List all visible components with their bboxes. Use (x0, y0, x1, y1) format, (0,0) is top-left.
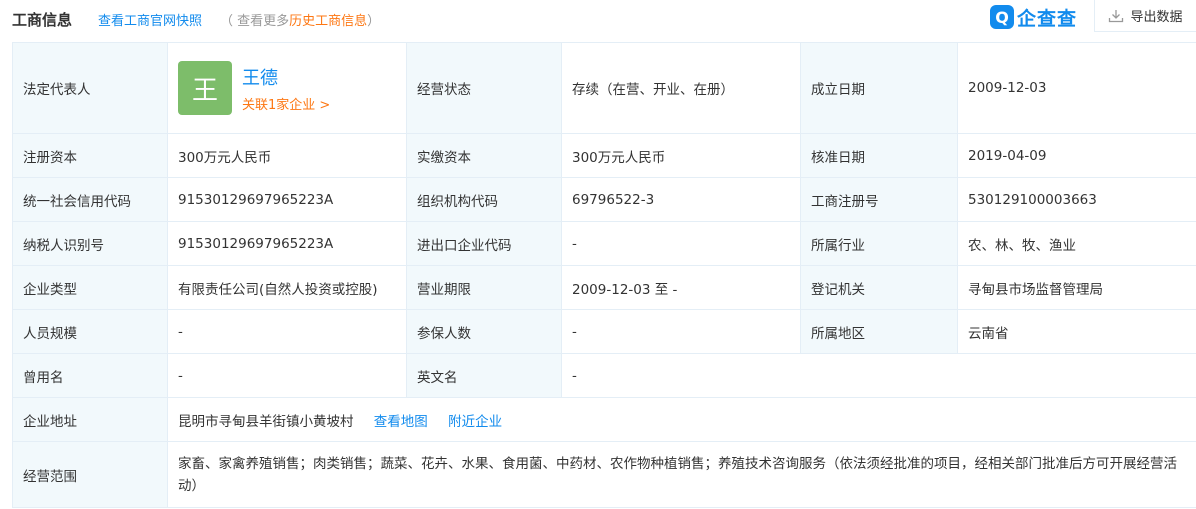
label-former-name: 曾用名 (12, 353, 168, 398)
value-status: 存续（在营、开业、在册） (561, 42, 801, 134)
address-cell: 昆明市寻甸县羊街镇小黄坡村 查看地图 附近企业 (167, 397, 1196, 442)
value-region: 云南省 (957, 309, 1196, 354)
official-snapshot-link[interactable]: 查看工商官网快照 (98, 10, 202, 29)
value-staff-size: - (167, 309, 407, 354)
value-reg-capital: 300万元人民币 (167, 133, 407, 178)
label-industry: 所属行业 (800, 221, 958, 266)
table-row: 注册资本 300万元人民币 实缴资本 300万元人民币 核准日期 2019-04… (12, 133, 1196, 178)
value-founded: 2009-12-03 (957, 42, 1196, 134)
nearby-companies-link[interactable]: 附近企业 (448, 414, 502, 430)
history-info-link[interactable]: 历史工商信息 (289, 14, 367, 29)
value-industry: 农、林、牧、渔业 (957, 221, 1196, 266)
label-staff-size: 人员规模 (12, 309, 168, 354)
label-english-name: 英文名 (406, 353, 562, 398)
value-scope: 家畜、家禽养殖销售；肉类销售；蔬菜、花卉、水果、食用菌、中药材、农作物种植销售；… (167, 441, 1196, 508)
label-legal-rep: 法定代表人 (12, 42, 168, 134)
table-row: 曾用名 - 英文名 - (12, 353, 1196, 398)
label-approval-date: 核准日期 (800, 133, 958, 178)
value-insured: - (561, 309, 801, 354)
label-founded: 成立日期 (800, 42, 958, 134)
history-note: （ 查看更多历史工商信息） (220, 10, 380, 29)
label-address: 企业地址 (12, 397, 168, 442)
value-reg-no: 530129100003663 (957, 177, 1196, 222)
download-icon (1109, 9, 1124, 22)
label-registrar: 登记机关 (800, 265, 958, 310)
label-credit-code: 统一社会信用代码 (12, 177, 168, 222)
brand-logo: Q 企查查 (990, 4, 1077, 30)
value-taxpayer-id: 91530129697965223A (167, 221, 407, 266)
label-scope: 经营范围 (12, 441, 168, 508)
section-header: 工商信息 查看工商官网快照 （ 查看更多历史工商信息） Q 企查查 导出数据 (0, 0, 1196, 38)
label-paid-capital: 实缴资本 (406, 133, 562, 178)
value-english-name: - (561, 353, 1196, 398)
legal-rep-cell: 王 王德 关联1家企业 > (167, 42, 407, 134)
section-title: 工商信息 (12, 11, 73, 29)
export-data-button[interactable]: 导出数据 (1094, 0, 1196, 32)
label-reg-capital: 注册资本 (12, 133, 168, 178)
related-companies-link[interactable]: 关联1家企业 > (242, 94, 330, 113)
value-registrar: 寻甸县市场监督管理局 (957, 265, 1196, 310)
view-map-link[interactable]: 查看地图 (374, 414, 428, 430)
value-business-term: 2009-12-03 至 - (561, 265, 801, 310)
brand-q-icon: Q (990, 5, 1014, 29)
table-row: 法定代表人 王 王德 关联1家企业 > 经营状态 存续（在营、开业、在册） 成立… (12, 42, 1196, 134)
history-suffix: ） (367, 14, 381, 29)
table-row: 企业地址 昆明市寻甸县羊街镇小黄坡村 查看地图 附近企业 (12, 397, 1196, 442)
value-former-name: - (167, 353, 407, 398)
table-row: 经营范围 家畜、家禽养殖销售；肉类销售；蔬菜、花卉、水果、食用菌、中药材、农作物… (12, 441, 1196, 508)
value-org-code: 69796522-3 (561, 177, 801, 222)
label-insured: 参保人数 (406, 309, 562, 354)
label-import-export: 进出口企业代码 (406, 221, 562, 266)
label-reg-no: 工商注册号 (800, 177, 958, 222)
table-row: 人员规模 - 参保人数 - 所属地区 云南省 (12, 309, 1196, 354)
value-credit-code: 91530129697965223A (167, 177, 407, 222)
value-import-export: - (561, 221, 801, 266)
label-org-code: 组织机构代码 (406, 177, 562, 222)
label-region: 所属地区 (800, 309, 958, 354)
business-info-table: 法定代表人 王 王德 关联1家企业 > 经营状态 存续（在营、开业、在册） 成立… (12, 42, 1196, 508)
label-taxpayer-id: 纳税人识别号 (12, 221, 168, 266)
table-row: 纳税人识别号 91530129697965223A 进出口企业代码 - 所属行业… (12, 221, 1196, 266)
avatar: 王 (178, 61, 232, 115)
legal-rep-name-link[interactable]: 王德 (242, 64, 330, 90)
value-approval-date: 2019-04-09 (957, 133, 1196, 178)
value-paid-capital: 300万元人民币 (561, 133, 801, 178)
brand-name: 企查查 (1017, 7, 1078, 30)
value-address: 昆明市寻甸县羊街镇小黄坡村 (178, 413, 354, 430)
history-prefix: （ 查看更多 (220, 14, 290, 29)
table-row: 企业类型 有限责任公司(自然人投资或控股) 营业期限 2009-12-03 至 … (12, 265, 1196, 310)
label-status: 经营状态 (406, 42, 562, 134)
export-label: 导出数据 (1130, 10, 1183, 25)
table-row: 统一社会信用代码 91530129697965223A 组织机构代码 69796… (12, 177, 1196, 222)
value-company-type: 有限责任公司(自然人投资或控股) (167, 265, 407, 310)
label-business-term: 营业期限 (406, 265, 562, 310)
label-company-type: 企业类型 (12, 265, 168, 310)
